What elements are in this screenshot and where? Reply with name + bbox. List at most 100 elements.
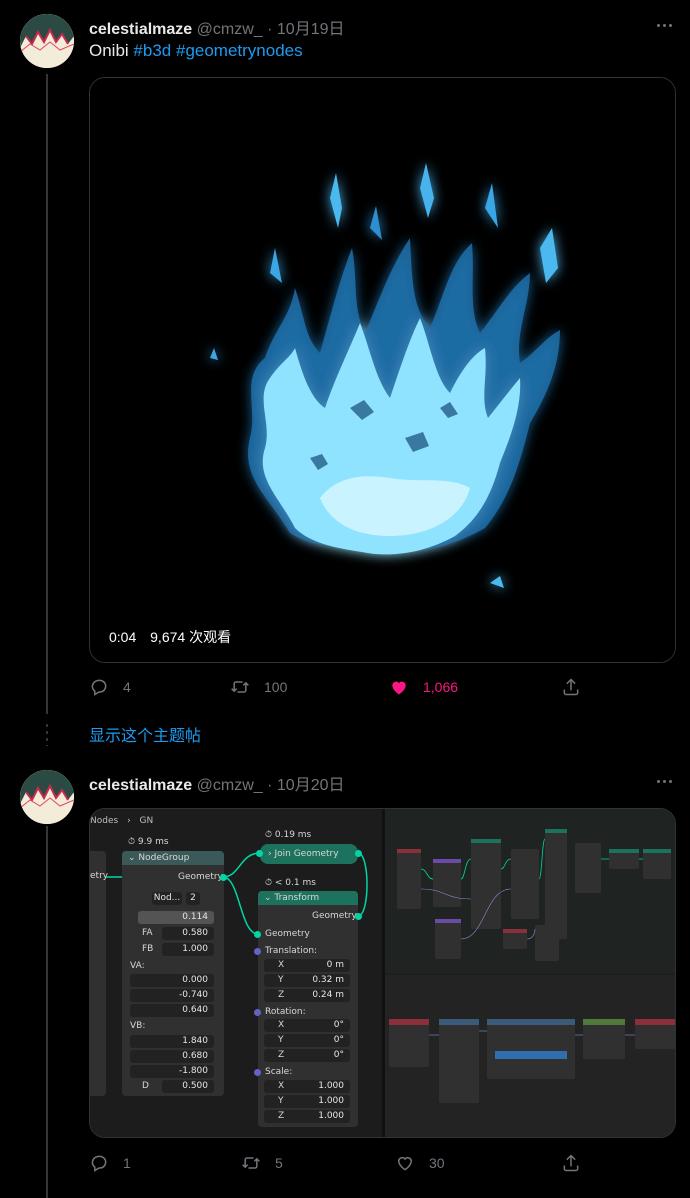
axis-label: Z	[278, 1111, 285, 1121]
rotation-y[interactable]: 0°	[264, 1034, 350, 1047]
scale-y[interactable]: 1.000	[264, 1095, 350, 1108]
nodegroup-timing: ⏱ 9.9 ms	[128, 837, 169, 847]
d-value[interactable]: 0.500	[162, 1080, 214, 1093]
va-x[interactable]: 0.000	[130, 974, 214, 987]
show-thread-link[interactable]: 显示这个主题帖	[89, 722, 201, 746]
rotation-x[interactable]: 0°	[264, 1019, 350, 1032]
va-label: VA:	[130, 961, 145, 971]
vector-socket[interactable]	[254, 1069, 261, 1076]
vector-socket[interactable]	[254, 948, 261, 955]
scale-z[interactable]: 1.000	[264, 1110, 350, 1123]
translation-y[interactable]: 0.32 m	[264, 974, 350, 987]
user-handle[interactable]: @cmzw_	[197, 777, 263, 794]
reply-icon	[91, 1155, 107, 1172]
heart-icon	[397, 1156, 413, 1171]
vb-x[interactable]: 1.840	[130, 1035, 214, 1048]
retweet-button[interactable]: 5	[241, 1153, 283, 1173]
more-dot	[656, 779, 660, 783]
heart-filled-icon	[392, 681, 406, 695]
axis-label: Y	[278, 1035, 284, 1045]
retweet-icon	[242, 1157, 260, 1169]
vb-z[interactable]: -1.800	[130, 1065, 214, 1078]
vb-y[interactable]: 0.680	[130, 1050, 214, 1063]
field-value[interactable]: 1.000	[162, 943, 214, 956]
geometry-socket[interactable]	[355, 913, 362, 920]
hashtag-link[interactable]: #geometrynodes	[176, 41, 303, 60]
display-name[interactable]: celestialmaze	[89, 777, 192, 794]
hashtag-link[interactable]: #b3d	[133, 41, 171, 60]
field-label: FA	[142, 928, 153, 938]
node-editor-screenshot: Nodes › GN etry ⏱ 9.9 ms ⌄ NodeGroup Geo…	[90, 809, 675, 1137]
tweet-text-plain: Onibi	[89, 41, 129, 60]
like-button[interactable]: 1,066	[389, 677, 458, 697]
rotation-z[interactable]: 0°	[264, 1049, 350, 1062]
field-label: FB	[142, 944, 154, 954]
axis-label: Y	[278, 975, 284, 985]
tweet-text: Onibi #b3d #geometrynodes	[89, 41, 303, 61]
reply-button[interactable]: 4	[89, 677, 131, 697]
overview-node-graph	[397, 829, 671, 961]
like-button[interactable]: 30	[395, 1153, 445, 1173]
transform-timing-value: < 0.1 ms	[274, 878, 316, 888]
nodegroup-output-label: Geometry	[178, 872, 223, 882]
node-editor-overview-bottom	[385, 975, 675, 1137]
avatar-image	[20, 14, 74, 68]
video-duration: 0:04	[109, 629, 137, 645]
display-name[interactable]: celestialmaze	[89, 21, 192, 38]
d-label: D	[142, 1081, 149, 1091]
va-y[interactable]: -0.740	[130, 989, 214, 1002]
nodegroup-selector[interactable]: Nod...	[152, 892, 182, 905]
tweet-image[interactable]: Nodes › GN etry ⏱ 9.9 ms ⌄ NodeGroup Geo…	[89, 808, 676, 1138]
overview-field-graph	[389, 1019, 675, 1103]
like-count: 1,066	[423, 679, 459, 695]
more-dot	[656, 23, 660, 27]
share-icon	[563, 1154, 579, 1172]
geometry-socket[interactable]	[220, 874, 227, 881]
scale-x[interactable]: 1.000	[264, 1080, 350, 1093]
node-editor-overview-top	[385, 809, 675, 973]
va-z[interactable]: 0.640	[130, 1004, 214, 1017]
axis-label: X	[278, 1020, 285, 1030]
share-button[interactable]	[561, 677, 595, 697]
geometry-socket[interactable]	[254, 931, 261, 938]
reply-icon	[91, 679, 107, 696]
cut-off-node-label: etry	[90, 871, 109, 881]
nodegroup-title-text: NodeGroup	[138, 853, 190, 863]
axis-label: X	[278, 1081, 285, 1091]
avatar[interactable]	[20, 770, 74, 824]
field-value[interactable]: 0.580	[162, 927, 214, 940]
avatar-image	[20, 770, 74, 824]
retweet-icon	[231, 681, 249, 693]
translation-label: Translation:	[265, 946, 318, 956]
video-player[interactable]: 0:04 9,674 次观看	[89, 77, 676, 663]
axis-label: Z	[278, 990, 285, 1000]
tweet-date[interactable]: · 10月20日	[267, 777, 344, 794]
rotation-label: Rotation:	[265, 1007, 306, 1017]
share-button[interactable]	[561, 1153, 595, 1173]
geometry-socket[interactable]	[355, 850, 362, 857]
retweet-button[interactable]: 100	[230, 677, 287, 697]
nodegroup-title: ⌄ NodeGroup	[128, 853, 190, 863]
tweet[interactable]: celestialmaze @cmzw_ · 10月19日 Onibi #b3d…	[0, 0, 690, 712]
reply-button[interactable]: 1	[89, 1153, 131, 1173]
tweet-date[interactable]: · 10月19日	[267, 21, 344, 38]
axis-label: X	[278, 960, 285, 970]
geometry-socket[interactable]	[256, 850, 263, 857]
more-options-button[interactable]	[654, 771, 674, 791]
node-editor-main: Nodes › GN etry ⏱ 9.9 ms ⌄ NodeGroup Geo…	[90, 809, 382, 1137]
user-handle[interactable]: @cmzw_	[197, 21, 263, 38]
avatar[interactable]	[20, 14, 74, 68]
video-overlay: 0:04 9,674 次观看	[109, 627, 231, 647]
translation-z[interactable]: 0.24 m	[264, 989, 350, 1002]
field-value[interactable]: 0.114	[138, 911, 214, 924]
breadcrumb-chevron-icon: ›	[127, 816, 131, 826]
like-count: 30	[429, 1155, 445, 1171]
vector-socket[interactable]	[254, 1009, 261, 1016]
retweet-count: 100	[264, 679, 288, 695]
tweet[interactable]: celestialmaze @cmzw_ · 10月20日 Nodes › GN…	[0, 756, 690, 1198]
translation-x[interactable]: 0 m	[264, 959, 350, 972]
transform-title: ⌄ Transform	[264, 893, 320, 903]
join-timing: ⏱ 0.19 ms	[265, 830, 312, 840]
more-options-button[interactable]	[654, 15, 674, 35]
join-title: › Join Geometry	[268, 849, 339, 859]
